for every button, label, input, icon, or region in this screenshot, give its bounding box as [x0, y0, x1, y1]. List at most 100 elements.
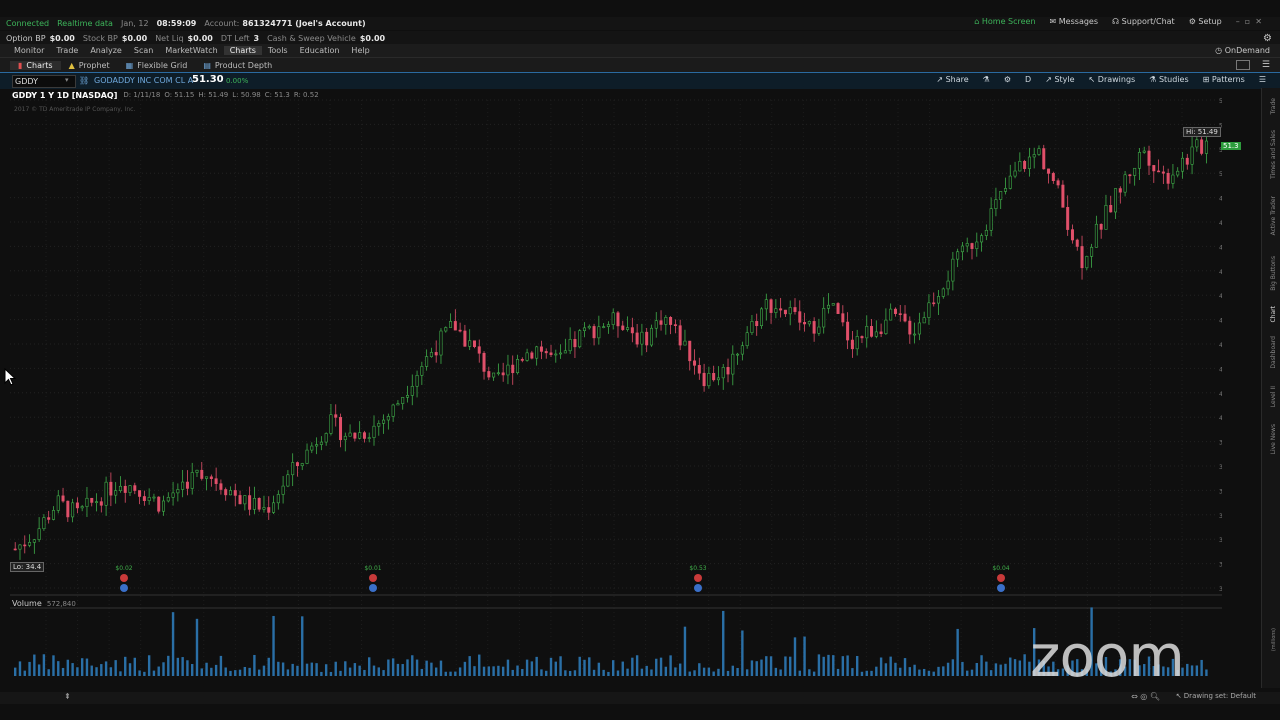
volume-bar: [363, 669, 366, 676]
side-tab-live-news[interactable]: Live News: [1270, 424, 1277, 454]
price-chart[interactable]: 3334353637383940414243444546474849505152…: [10, 88, 1222, 678]
subtab-flexible-grid[interactable]: ▦ Flexible Grid: [118, 61, 196, 70]
side-tab-active-trader[interactable]: Active Trader: [1270, 196, 1277, 235]
layout-icon[interactable]: [1236, 60, 1250, 70]
window-controls[interactable]: – ▫ ✕: [1236, 17, 1262, 26]
volume-bar: [229, 670, 232, 676]
account-value[interactable]: 861324771 (Joel's Account): [242, 19, 365, 28]
candle-body: [61, 495, 65, 502]
drawings-button[interactable]: ↖ Drawings: [1089, 75, 1136, 84]
volume-bar: [181, 657, 184, 676]
volume-bar: [846, 655, 849, 676]
volume-bar: [951, 659, 955, 676]
side-tab-trade[interactable]: Trade: [1270, 98, 1277, 114]
menu-education[interactable]: Education: [294, 46, 346, 55]
volume-bar: [755, 661, 758, 676]
share-button[interactable]: ↗ Share: [936, 75, 968, 84]
subtab-charts[interactable]: ▮ Charts: [10, 60, 61, 70]
volume-bar: [133, 657, 136, 676]
volume-bar: [28, 661, 31, 676]
candle-body: [798, 311, 802, 323]
candle-body: [362, 432, 366, 439]
right-side-tabs: Trade Times and Sales Active Trader Big …: [1261, 88, 1280, 688]
volume-bar: [119, 671, 122, 676]
menu-monitor[interactable]: Monitor: [8, 46, 50, 55]
support-chat-link[interactable]: ☊ Support/Chat: [1112, 17, 1175, 26]
home-screen-link[interactable]: ⌂ Home Screen: [974, 17, 1035, 26]
volume-bar: [516, 665, 519, 676]
menu-analyze[interactable]: Analyze: [84, 46, 128, 55]
volume-bar: [659, 657, 663, 676]
volume-bar: [784, 656, 787, 676]
subtab-product-depth[interactable]: ▤ Product Depth: [195, 61, 280, 70]
candle-body: [712, 373, 716, 381]
candle-body: [563, 350, 567, 354]
menu-trade[interactable]: Trade: [50, 46, 84, 55]
volume-bar: [377, 667, 380, 676]
volume-bar: [741, 630, 744, 676]
messages-link[interactable]: ✉ Messages: [1050, 17, 1098, 26]
candle-body: [1147, 150, 1151, 166]
menu-tools[interactable]: Tools: [262, 46, 294, 55]
volume-bar: [33, 654, 36, 676]
link-icon[interactable]: ⛓: [79, 76, 89, 85]
candle-body: [1128, 174, 1132, 177]
volume-bar: [497, 665, 500, 676]
volume-bar: [635, 655, 639, 676]
candle-body: [826, 304, 830, 309]
volume-bar: [66, 659, 70, 676]
top-right-links: ⌂ Home Screen ✉ Messages ☊ Support/Chat …: [974, 17, 1262, 26]
volume-bar: [234, 670, 237, 676]
side-tab-times-sales[interactable]: Times and Sales: [1270, 130, 1277, 179]
drawing-set-label[interactable]: ↖ Drawing set: Default: [1176, 692, 1256, 700]
candle-body: [803, 322, 807, 325]
menu-charts[interactable]: Charts: [223, 46, 262, 55]
candle-body: [1042, 148, 1046, 170]
volume-bar: [903, 658, 907, 676]
menu-help[interactable]: Help: [345, 46, 375, 55]
candle-body: [90, 497, 94, 503]
zoom-controls[interactable]: ⇔ ◎ 🔍︎: [1131, 692, 1160, 701]
chart-settings-button[interactable]: ⚙: [1004, 75, 1011, 84]
patterns-button[interactable]: ⊞ Patterns: [1203, 75, 1245, 84]
settings-gear-icon[interactable]: ⚙: [1263, 33, 1272, 44]
side-tab-big-buttons[interactable]: Big Buttons: [1270, 256, 1277, 291]
candle-body: [272, 502, 276, 513]
volume-bar: [195, 618, 199, 676]
candle-body: [592, 326, 596, 339]
candle-body: [205, 476, 209, 479]
setup-link[interactable]: ⚙ Setup: [1189, 17, 1222, 26]
volume-bar: [559, 656, 562, 676]
side-tab-dashboard[interactable]: Dashboard: [1270, 336, 1277, 369]
volume-bar: [492, 666, 495, 676]
millions-label: (millions): [1271, 628, 1277, 652]
volume-bar: [57, 661, 60, 676]
menu-marketwatch[interactable]: MarketWatch: [159, 46, 223, 55]
candle-body: [578, 330, 582, 348]
candle-body: [209, 476, 213, 479]
volume-bar: [80, 658, 84, 676]
d-button[interactable]: D: [1025, 75, 1031, 84]
flask-button[interactable]: ⚗: [983, 75, 990, 84]
volume-bar: [425, 660, 428, 676]
volume-bar: [779, 669, 782, 676]
candle-body: [836, 303, 840, 314]
side-tab-chart[interactable]: Chart: [1270, 306, 1277, 323]
volume-bar: [501, 666, 505, 676]
symbol-dropdown-icon[interactable]: ▾: [65, 76, 69, 84]
studies-button[interactable]: ⚗ Studies: [1149, 75, 1188, 84]
collapse-icon[interactable]: ⇞: [64, 692, 71, 701]
y-tick-label: 37: [1219, 488, 1222, 495]
volume-bar: [970, 669, 974, 676]
candle-body: [1075, 239, 1079, 247]
volume-bar: [817, 654, 821, 676]
side-tab-level2[interactable]: Level II: [1270, 386, 1277, 407]
toolbar-menu-icon[interactable]: ☰: [1259, 75, 1266, 84]
volume-bar: [152, 670, 156, 676]
menu-scan[interactable]: Scan: [128, 46, 159, 55]
candle-body: [415, 375, 419, 387]
subtab-prophet[interactable]: ▲ Prophet: [61, 61, 118, 70]
ondemand-button[interactable]: ◷ OnDemand: [1215, 46, 1270, 55]
style-button[interactable]: ↗ Style: [1045, 75, 1074, 84]
menu-icon[interactable]: ☰: [1262, 60, 1270, 70]
